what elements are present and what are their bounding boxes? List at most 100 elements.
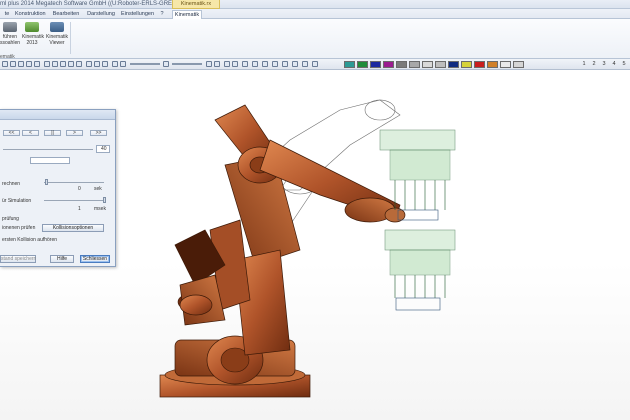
dialog-title-bar bbox=[0, 110, 115, 120]
step-field[interactable] bbox=[30, 157, 70, 164]
sim-slider-track[interactable] bbox=[44, 200, 104, 201]
section-label: prüfung bbox=[2, 216, 19, 222]
ribbon-separator bbox=[70, 22, 71, 54]
robot-arm bbox=[174, 104, 406, 356]
measure-icon[interactable] bbox=[232, 61, 238, 67]
print-icon[interactable] bbox=[302, 61, 308, 67]
position-value: 40 bbox=[101, 146, 107, 152]
palette-icon[interactable] bbox=[272, 61, 278, 67]
color-swatch[interactable] bbox=[344, 61, 355, 68]
arrow-icon[interactable] bbox=[2, 61, 8, 67]
ribbon-button-label: Viewer bbox=[49, 40, 65, 46]
kinematik-dialog: << < || > >> 40 rechnen 0 sek ür Simulat… bbox=[0, 109, 116, 267]
title-bar: ml plus 2014 Megatech Software GmbH ((U:… bbox=[0, 0, 630, 9]
color-swatch[interactable] bbox=[396, 61, 407, 68]
color-swatch[interactable] bbox=[357, 61, 368, 68]
tab-kinematik[interactable]: Kinematik bbox=[172, 10, 202, 19]
color-swatch[interactable] bbox=[474, 61, 485, 68]
pause-button[interactable]: || bbox=[44, 130, 61, 136]
position-field[interactable]: 40 bbox=[96, 145, 110, 153]
grid-icon[interactable] bbox=[214, 61, 220, 67]
color-swatch[interactable] bbox=[370, 61, 381, 68]
color-swatch[interactable] bbox=[383, 61, 394, 68]
view-top-icon[interactable] bbox=[94, 61, 100, 67]
undo-icon[interactable] bbox=[26, 61, 32, 67]
viewer-icon bbox=[50, 22, 64, 32]
ribbon-tabs: te Konstruktion Bearbeiten Darstellung E… bbox=[0, 9, 630, 19]
redo-icon[interactable] bbox=[34, 61, 40, 67]
zoom-icon[interactable] bbox=[60, 61, 66, 67]
view-number-button[interactable]: 5 bbox=[620, 60, 628, 68]
close-button[interactable]: Schliessen bbox=[80, 255, 110, 263]
ribbon-button-kinematik-viewer[interactable]: Kinematik Viewer bbox=[46, 22, 68, 46]
row2-value: 1 bbox=[78, 206, 81, 212]
color-swatch[interactable] bbox=[409, 61, 420, 68]
line-icon[interactable] bbox=[163, 61, 169, 67]
link-icon[interactable] bbox=[52, 61, 58, 67]
tab-konstruktion[interactable]: Konstruktion bbox=[15, 10, 46, 19]
select-icon[interactable] bbox=[10, 61, 16, 67]
help-button[interactable]: Hilfe bbox=[50, 255, 74, 263]
view-number-button[interactable]: 1 bbox=[580, 60, 588, 68]
tab-bearbeiten[interactable]: Bearbeiten bbox=[52, 10, 80, 19]
ribbon-button-label: ssoahlen bbox=[0, 40, 21, 46]
kinematik-icon bbox=[25, 22, 39, 32]
sim-slider-thumb[interactable] bbox=[103, 197, 106, 203]
calc-slider-thumb[interactable] bbox=[45, 179, 48, 185]
row1-label: rechnen bbox=[2, 181, 21, 187]
layer-icon[interactable] bbox=[44, 61, 50, 67]
tab-darstellung[interactable]: Darstellung bbox=[87, 10, 115, 19]
tab-datei[interactable]: te bbox=[0, 10, 14, 19]
rotate-icon[interactable] bbox=[76, 61, 82, 67]
view-number-button[interactable]: 4 bbox=[610, 60, 618, 68]
pointer-icon[interactable] bbox=[18, 61, 24, 67]
settings-icon[interactable] bbox=[292, 61, 298, 67]
save-state-button[interactable]: stand speichern bbox=[0, 255, 36, 263]
toolbar-slider[interactable] bbox=[172, 63, 202, 65]
color-swatch[interactable] bbox=[435, 61, 446, 68]
view-number-button[interactable]: 3 bbox=[600, 60, 608, 68]
view-number-button[interactable]: 2 bbox=[590, 60, 598, 68]
color-swatch[interactable] bbox=[448, 61, 459, 68]
tab-help[interactable]: ? bbox=[158, 10, 166, 19]
color-picker-icon[interactable] bbox=[262, 61, 268, 67]
next-frame-button[interactable]: > bbox=[66, 130, 83, 136]
run-icon bbox=[3, 22, 17, 32]
calc-slider-track[interactable] bbox=[44, 182, 104, 183]
color-swatch[interactable] bbox=[513, 61, 524, 68]
view-side-icon[interactable] bbox=[102, 61, 108, 67]
toolbar-slider[interactable] bbox=[130, 63, 160, 65]
check2-label: ersten Kollision aufhören bbox=[2, 237, 58, 243]
ribbon-button-kinematik-2013[interactable]: Kinematik 2013 bbox=[22, 22, 44, 46]
show-icon[interactable] bbox=[252, 61, 258, 67]
color-swatch[interactable] bbox=[487, 61, 498, 68]
gripper-lower bbox=[384, 229, 456, 311]
color-swatch[interactable] bbox=[461, 61, 472, 68]
prev-frame-button[interactable]: < bbox=[22, 130, 39, 136]
collision-options-button[interactable]: Kollisionsoptionen bbox=[42, 224, 104, 232]
tab-einstellungen[interactable]: Einstellungen bbox=[121, 10, 154, 19]
row2-label: ür Simulation bbox=[2, 198, 32, 204]
export-icon[interactable] bbox=[312, 61, 318, 67]
row2-unit: msek bbox=[94, 206, 106, 212]
position-slider-track[interactable] bbox=[3, 149, 93, 150]
layers-icon[interactable] bbox=[282, 61, 288, 67]
view-front-icon[interactable] bbox=[86, 61, 92, 67]
ribbon-button-label: 2013 bbox=[26, 40, 38, 46]
row1-value: 0 bbox=[78, 186, 81, 192]
context-tab-kinematik[interactable]: Kinematik.rx bbox=[172, 0, 220, 9]
snap-icon[interactable] bbox=[224, 61, 230, 67]
toolbar: 12345 bbox=[0, 59, 630, 70]
ribbon-button-ausfuehren[interactable]: führen ssoahlen bbox=[0, 22, 20, 46]
color-swatch[interactable] bbox=[500, 61, 511, 68]
check1-label: ionenen prüfen bbox=[2, 225, 36, 231]
first-frame-button[interactable]: << bbox=[3, 130, 20, 136]
pan-icon[interactable] bbox=[68, 61, 74, 67]
last-frame-button[interactable]: >> bbox=[90, 130, 107, 136]
style-icon[interactable] bbox=[206, 61, 212, 67]
render-icon[interactable] bbox=[112, 61, 118, 67]
color-swatch[interactable] bbox=[422, 61, 433, 68]
ribbon: führen ssoahlen Kinematik 2013 Kinematik… bbox=[0, 19, 630, 60]
wireframe-icon[interactable] bbox=[120, 61, 126, 67]
hide-icon[interactable] bbox=[242, 61, 248, 67]
